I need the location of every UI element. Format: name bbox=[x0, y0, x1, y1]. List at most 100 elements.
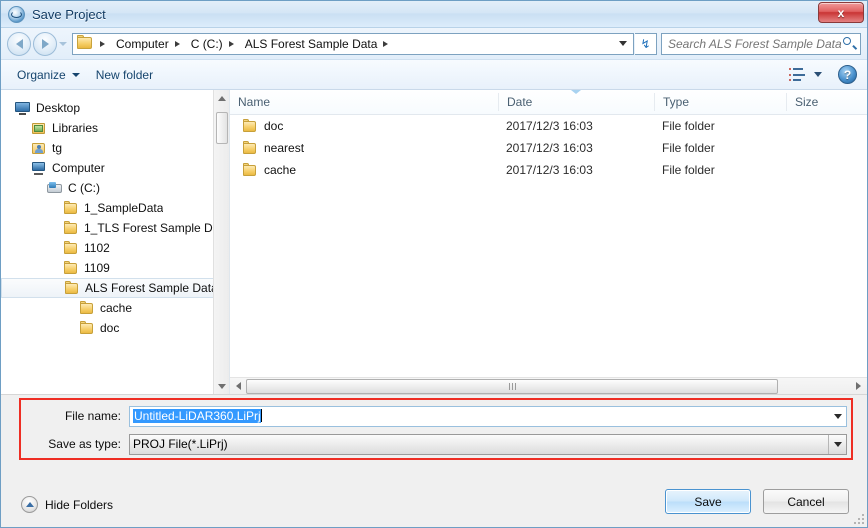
navigation-pane: Desktop Libraries tg Computer C (C:) 1_Sample… bbox=[1, 90, 230, 394]
new-folder-label: New folder bbox=[95, 67, 154, 82]
cancel-button-label: Cancel bbox=[787, 494, 825, 509]
file-name-combo[interactable]: Untitled-LiDAR360.LiPrj bbox=[129, 405, 847, 427]
file-name-dropdown-button[interactable] bbox=[829, 407, 846, 426]
help-icon[interactable]: ? bbox=[838, 65, 857, 84]
sidebar-item-1-sampledata[interactable]: 1_SampleData bbox=[1, 198, 229, 218]
table-row[interactable]: cache 2017/12/3 16:03 File folder bbox=[230, 159, 867, 181]
folder-icon bbox=[64, 281, 80, 295]
file-date-cell: 2017/12/3 16:03 bbox=[506, 163, 593, 177]
breadcrumb-separator-icon bbox=[100, 40, 110, 47]
search-icon bbox=[843, 37, 858, 50]
save-as-type-value: PROJ File(*.LiPrj) bbox=[133, 437, 228, 451]
sidebar-item-computer[interactable]: Computer bbox=[1, 158, 229, 178]
folder-icon bbox=[242, 119, 258, 133]
breadcrumb-separator-icon bbox=[383, 40, 393, 47]
file-type-cell: File folder bbox=[662, 163, 715, 177]
window-title: Save Project bbox=[32, 6, 106, 22]
hide-folders-button[interactable]: Hide Folders bbox=[21, 496, 113, 513]
sidebar-item-libraries[interactable]: Libraries bbox=[1, 118, 229, 138]
scroll-left-icon[interactable] bbox=[231, 382, 246, 390]
sidebar-scrollbar-thumb[interactable] bbox=[216, 112, 228, 144]
save-as-type-combo[interactable]: PROJ File(*.LiPrj) bbox=[129, 433, 847, 455]
save-project-dialog: Save Project x Computer C (C:) ALS Fores… bbox=[0, 0, 868, 528]
sidebar-item-tg[interactable]: tg bbox=[1, 138, 229, 158]
sidebar-scrollbar[interactable] bbox=[213, 90, 229, 394]
sidebar-item-label: Desktop bbox=[36, 101, 81, 115]
lidar360-logo-icon bbox=[8, 5, 25, 23]
organize-button[interactable]: Organize bbox=[9, 65, 88, 85]
sidebar-item-1-tls-forest-sample-dat[interactable]: 1_TLS Forest Sample Dat bbox=[1, 218, 229, 238]
folder-icon bbox=[242, 163, 258, 177]
file-name-row: File name: Untitled-LiDAR360.LiPrj bbox=[17, 405, 851, 427]
table-row[interactable]: nearest 2017/12/3 16:03 File folder bbox=[230, 137, 867, 159]
chevron-down-icon bbox=[618, 41, 627, 46]
refresh-button[interactable]: ↯ bbox=[635, 32, 657, 55]
sidebar-item-label: cache bbox=[100, 301, 133, 315]
file-name-cell: cache bbox=[264, 163, 297, 177]
close-button[interactable]: x bbox=[818, 2, 864, 23]
column-header-date[interactable]: Date bbox=[498, 93, 654, 111]
sidebar-item-1102[interactable]: 1102 bbox=[1, 238, 229, 258]
forward-arrow-icon bbox=[41, 38, 49, 49]
folder-icon bbox=[79, 321, 95, 335]
breadcrumb-item-2[interactable]: ALS Forest Sample Data bbox=[245, 37, 378, 51]
breadcrumb-item-0[interactable]: Computer bbox=[116, 37, 169, 51]
cancel-button[interactable]: Cancel bbox=[763, 489, 849, 514]
save-as-type-dropdown-button[interactable] bbox=[828, 434, 846, 454]
sidebar-item-1109[interactable]: 1109 bbox=[1, 258, 229, 278]
chevron-down-icon bbox=[71, 72, 80, 77]
list-view-icon[interactable] bbox=[789, 68, 805, 81]
folder-icon bbox=[77, 35, 92, 50]
resize-grip[interactable] bbox=[852, 512, 864, 524]
table-row[interactable]: doc 2017/12/3 16:03 File folder bbox=[230, 115, 867, 137]
desktop-icon bbox=[15, 101, 31, 115]
scroll-up-icon[interactable] bbox=[214, 90, 229, 106]
view-options-chevron-down-icon[interactable] bbox=[814, 72, 822, 77]
search-box[interactable] bbox=[661, 32, 861, 55]
scroll-right-icon[interactable] bbox=[851, 382, 866, 390]
command-toolbar: Organize New folder ? bbox=[1, 60, 867, 90]
breadcrumb[interactable]: Computer C (C:) ALS Forest Sample Data bbox=[72, 32, 634, 55]
save-as-type-label: Save as type: bbox=[48, 437, 121, 451]
help-glyph: ? bbox=[843, 67, 852, 82]
sidebar-item-cache[interactable]: cache bbox=[1, 298, 229, 318]
user-icon bbox=[31, 141, 47, 155]
file-type-cell: File folder bbox=[662, 141, 715, 155]
sidebar-item-label: doc bbox=[100, 321, 120, 335]
sidebar-item-label: C (C:) bbox=[68, 181, 100, 195]
column-header-name[interactable]: Name bbox=[230, 93, 498, 111]
folder-icon bbox=[79, 301, 95, 315]
hscroll-track[interactable] bbox=[246, 378, 851, 394]
refresh-icon: ↯ bbox=[640, 36, 651, 51]
sidebar-item-c-c[interactable]: C (C:) bbox=[1, 178, 229, 198]
forward-button[interactable] bbox=[33, 31, 57, 56]
breadcrumb-separator-icon bbox=[228, 40, 239, 47]
dialog-body: Desktop Libraries tg Computer C (C:) 1_Sample… bbox=[1, 90, 867, 395]
sidebar-item-desktop[interactable]: Desktop bbox=[1, 98, 229, 118]
column-header-type[interactable]: Type bbox=[654, 93, 786, 111]
file-list-horizontal-scrollbar[interactable] bbox=[230, 377, 867, 394]
dialog-buttons: Save Cancel bbox=[665, 489, 849, 514]
sort-indicator-icon bbox=[571, 90, 581, 94]
back-button[interactable] bbox=[7, 31, 31, 56]
save-button[interactable]: Save bbox=[665, 489, 751, 514]
file-name-label: File name: bbox=[64, 409, 121, 423]
breadcrumb-item-1[interactable]: C (C:) bbox=[191, 37, 223, 51]
sidebar-item-als-forest-sample-data[interactable]: ALS Forest Sample Data bbox=[1, 278, 229, 298]
scroll-down-icon[interactable] bbox=[214, 378, 229, 394]
collapse-up-icon bbox=[21, 496, 38, 513]
column-header-size[interactable]: Size bbox=[786, 93, 866, 111]
sidebar-item-label: tg bbox=[52, 141, 63, 155]
new-folder-button[interactable]: New folder bbox=[88, 65, 161, 85]
close-icon: x bbox=[837, 5, 845, 20]
address-dropdown-button[interactable] bbox=[614, 41, 631, 46]
computer-icon bbox=[31, 161, 47, 175]
organize-label: Organize bbox=[17, 67, 66, 82]
drive-icon bbox=[47, 181, 63, 195]
recent-locations-button[interactable] bbox=[57, 41, 69, 46]
hscroll-thumb[interactable] bbox=[246, 378, 779, 394]
file-name-value[interactable]: Untitled-LiDAR360.LiPrj bbox=[130, 409, 829, 423]
file-name-text: Untitled-LiDAR360.LiPrj bbox=[133, 409, 261, 423]
sidebar-item-doc[interactable]: doc bbox=[1, 318, 229, 338]
search-input[interactable] bbox=[666, 35, 843, 52]
